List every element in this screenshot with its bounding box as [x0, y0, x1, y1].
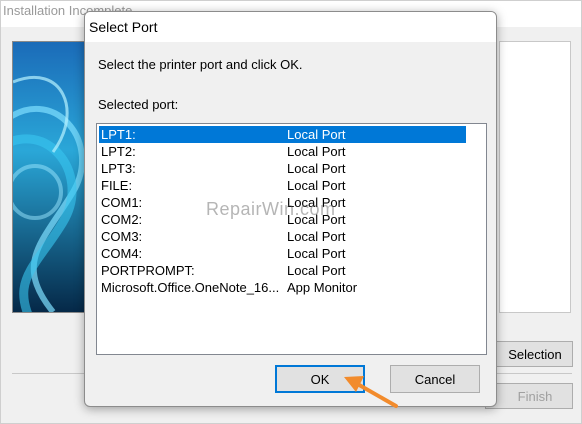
port-row-com3[interactable]: COM3: Local Port [99, 228, 466, 245]
port-name: LPT1: [101, 127, 136, 142]
dialog-title: Select Port [89, 19, 158, 35]
finish-button[interactable]: Finish [485, 383, 573, 409]
port-name: PORTPROMPT: [101, 263, 195, 278]
port-description: Local Port [287, 144, 346, 159]
port-name: COM3: [101, 229, 143, 244]
cancel-button-label: Cancel [414, 371, 456, 387]
port-description: App Monitor [287, 280, 358, 295]
ok-button-label: OK [310, 371, 330, 387]
port-name: COM1: [101, 195, 143, 210]
port-row-portprompt[interactable]: PORTPROMPT: Local Port [99, 262, 466, 279]
port-description: Local Port [287, 161, 346, 176]
port-row-onenote[interactable]: Microsoft.Office.OneNote_16... App Monit… [99, 279, 466, 296]
installer-banner-image [12, 41, 86, 313]
installer-banner-graphic [13, 42, 85, 312]
port-row-lpt1[interactable]: LPT1: Local Port [99, 126, 466, 143]
port-name: LPT3: [101, 161, 136, 176]
port-row-com4[interactable]: COM4: Local Port [99, 245, 466, 262]
port-description: Local Port [287, 127, 346, 142]
finish-button-label: Finish [517, 388, 553, 404]
port-name: COM2: [101, 212, 143, 227]
selection-button-label: Selection [508, 346, 562, 362]
dialog-prompt-text: Select the printer port and click OK. [98, 57, 303, 72]
selection-button[interactable]: Selection [485, 341, 573, 367]
port-name: FILE: [101, 178, 133, 193]
port-row-lpt3[interactable]: LPT3: Local Port [99, 160, 466, 177]
port-name: Microsoft.Office.OneNote_16... [101, 280, 280, 295]
port-description: Local Port [287, 263, 346, 278]
port-name: LPT2: [101, 144, 136, 159]
pointer-arrow-icon [344, 376, 398, 408]
watermark-text: RepairWin.com [206, 199, 336, 219]
port-row-lpt2[interactable]: LPT2: Local Port [99, 143, 466, 160]
selected-port-label: Selected port: [98, 97, 179, 112]
dialog-titlebar[interactable]: Select Port [85, 12, 496, 42]
port-list[interactable]: LPT1: Local Port LPT2: Local Port LPT3: … [96, 123, 487, 355]
port-description: Local Port [287, 178, 346, 193]
port-row-file[interactable]: FILE: Local Port [99, 177, 466, 194]
port-name: COM4: [101, 246, 143, 261]
background-content-panel [499, 41, 571, 313]
port-description: Local Port [287, 229, 346, 244]
port-description: Local Port [287, 246, 346, 261]
